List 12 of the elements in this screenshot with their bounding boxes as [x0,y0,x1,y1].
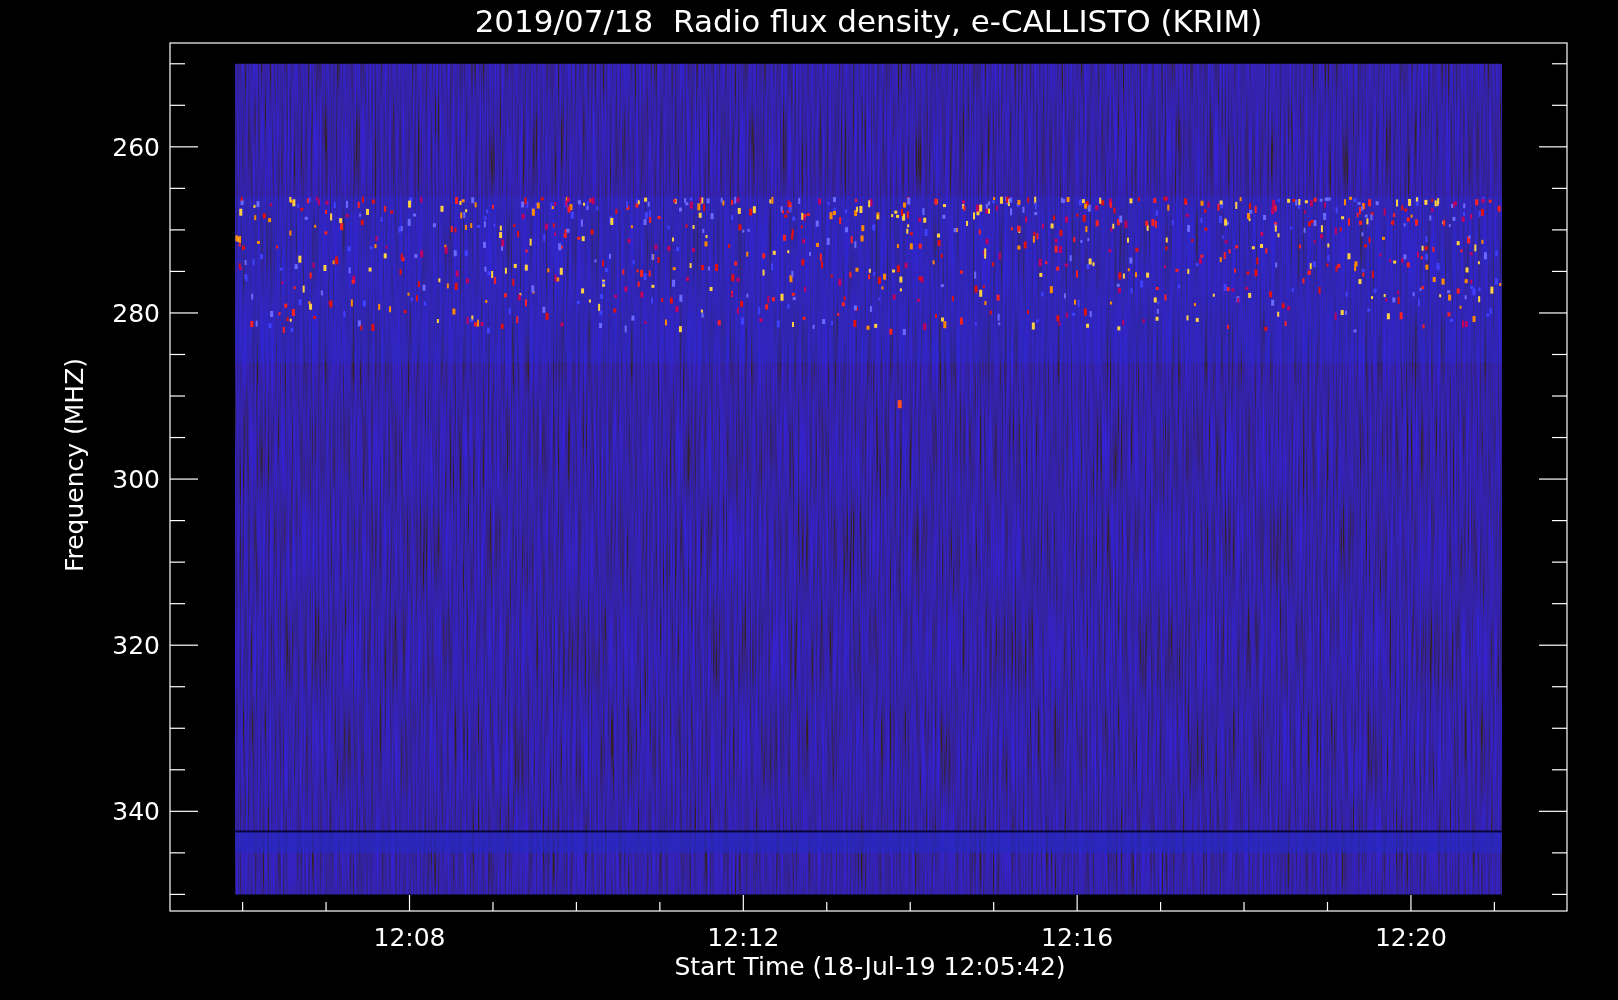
axis-tick-label: 12:20 [1374,923,1447,952]
x-axis-label: Start Time (18-Jul-19 12:05:42) [674,952,1066,981]
axis-tick-label: 320 [112,631,160,661]
axis-tick-label: 280 [112,298,160,328]
axis-tick-label: 12:12 [707,923,780,952]
y-axis-label: Frequency (MHZ) [60,357,89,573]
axis-tick-label: 340 [112,797,160,827]
chart-title: 2019/07/18 Radio flux density, e-CALLISTO (KRIM) [474,3,1263,39]
axis-tick-label: 260 [112,132,160,162]
axis-tick-label: 12:16 [1041,923,1114,952]
axis-tick-label: 300 [112,465,160,495]
axis-tick-label: 12:08 [373,923,446,952]
